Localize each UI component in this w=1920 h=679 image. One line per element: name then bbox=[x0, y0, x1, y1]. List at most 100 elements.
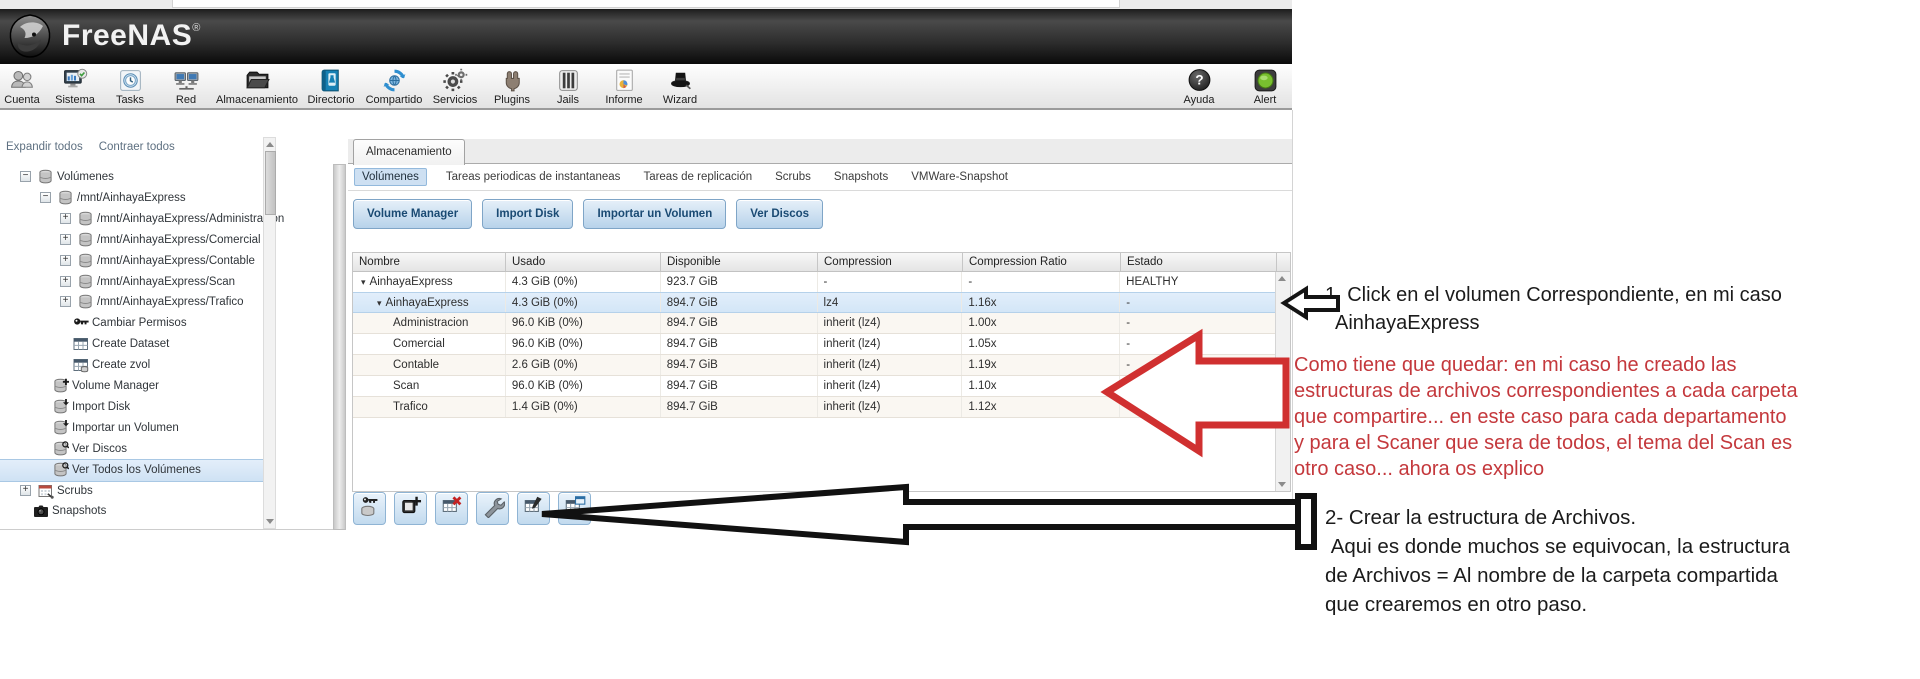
volume-name: Scan bbox=[393, 380, 420, 392]
grid-scroll-up-icon[interactable] bbox=[1278, 276, 1286, 281]
create-zvol-button[interactable] bbox=[517, 492, 550, 525]
expand-icon[interactable]: + bbox=[60, 233, 71, 245]
tree-item-ver-todos-los-volumenes[interactable]: Ver Todos los Volúmenes bbox=[0, 458, 263, 482]
expand-icon[interactable]: + bbox=[60, 212, 71, 224]
brand-title: FreeNAS® bbox=[62, 19, 201, 52]
edit-options-button[interactable] bbox=[476, 492, 509, 525]
tree-item-mnt-ainhayaexpress-comercial[interactable]: + /mnt/AinhayaExpress/Comercial bbox=[0, 230, 263, 251]
toolbar-label: Alert bbox=[1253, 94, 1277, 106]
scroll-up-icon[interactable] bbox=[266, 142, 274, 147]
sidebar-scrollbar[interactable] bbox=[263, 137, 276, 529]
cell-compression-ratio: - bbox=[962, 272, 1121, 292]
help-icon: ? bbox=[1186, 67, 1213, 94]
tree-item-mnt-ainhayaexpress-trafico[interactable]: + /mnt/AinhayaExpress/Trafico bbox=[0, 292, 263, 313]
column-header-compression[interactable]: Compression bbox=[818, 253, 963, 271]
cell-compression: lz4 bbox=[818, 293, 963, 312]
table-row-contable-4[interactable]: Contable 2.6 GiB (0%) 894.7 GiB inherit (lz… bbox=[353, 355, 1277, 376]
expand-icon[interactable]: + bbox=[20, 484, 31, 496]
cell-nombre: Comercial bbox=[353, 334, 506, 354]
volume-icon bbox=[38, 169, 54, 185]
tree-item-scrubs[interactable]: + Scrubs bbox=[0, 481, 263, 502]
permissions-icon bbox=[358, 494, 382, 523]
table-row-administracion-2[interactable]: Administracion 96.0 KiB (0%) 894.7 GiB inhe… bbox=[353, 313, 1277, 334]
sidebar-bottom-border bbox=[0, 529, 333, 530]
tree-item-create-zvol[interactable]: Create zvol bbox=[0, 355, 263, 376]
tab-almacenamiento[interactable]: Almacenamiento bbox=[353, 139, 465, 165]
tree-item-volume-manager[interactable]: Volume Manager bbox=[0, 376, 263, 397]
subtab-volumenes[interactable]: Volúmenes bbox=[354, 168, 427, 186]
tree-item-import-disk[interactable]: Import Disk bbox=[0, 397, 263, 418]
jails-icon bbox=[555, 67, 582, 94]
cell-usado: 96.0 KiB (0%) bbox=[506, 334, 661, 354]
column-header-nombre[interactable]: Nombre bbox=[353, 253, 506, 271]
create-dataset-icon bbox=[399, 494, 423, 523]
tree-item-label: /mnt/AinhayaExpress/Administracion bbox=[97, 212, 285, 225]
annotation-line: estructuras de archivos correspondientes… bbox=[1294, 380, 1798, 402]
expand-icon[interactable]: + bbox=[60, 275, 71, 287]
tree-item-importar-un-volumen[interactable]: Importar un Volumen bbox=[0, 418, 263, 439]
tree-item-ver-discos[interactable]: Ver Discos bbox=[0, 439, 263, 460]
expand-all-link[interactable]: Expandir todos bbox=[6, 141, 83, 153]
tree-item-label: /mnt/AinhayaExpress/Trafico bbox=[97, 296, 244, 309]
grid-scroll-down-icon[interactable] bbox=[1278, 482, 1286, 487]
sharing-icon bbox=[381, 67, 408, 94]
row-expander-icon[interactable]: ▾ bbox=[377, 298, 382, 308]
table-row-scan-5[interactable]: Scan 96.0 KiB (0%) 894.7 GiB inherit (lz4) 1… bbox=[353, 376, 1277, 397]
column-header-usado[interactable]: Usado bbox=[506, 253, 661, 271]
column-header-estado[interactable]: Estado bbox=[1121, 253, 1277, 271]
destroy-dataset-button[interactable] bbox=[435, 492, 468, 525]
volume-manager-button[interactable]: Volume Manager bbox=[353, 199, 473, 229]
sidebar: Expandir todos Contraer todos − Volúmenes… bbox=[0, 110, 333, 530]
ver-discos-button[interactable]: Ver Discos bbox=[736, 199, 824, 229]
cell-compression: inherit (lz4) bbox=[818, 376, 963, 396]
cell-compression: - bbox=[818, 272, 963, 292]
subtab-snapshots[interactable]: Snapshots bbox=[830, 169, 892, 185]
cell-usado: 2.6 GiB (0%) bbox=[506, 355, 661, 375]
tree-item-mnt-ainhayaexpress-scan[interactable]: + /mnt/AinhayaExpress/Scan bbox=[0, 272, 263, 293]
importar-un-volumen-button[interactable]: Importar un Volumen bbox=[583, 199, 727, 229]
permissions-button[interactable] bbox=[353, 492, 386, 525]
import-disk-button[interactable]: Import Disk bbox=[482, 199, 574, 229]
scrollbar-thumb[interactable] bbox=[265, 151, 276, 215]
tree-item-cambiar-permisos[interactable]: Cambiar Permisos bbox=[0, 313, 263, 334]
column-header-disponible[interactable]: Disponible bbox=[661, 253, 818, 271]
column-header-compression-ratio[interactable]: Compression Ratio bbox=[963, 253, 1121, 271]
tree-item-mnt-ainhayaexpress-administracion[interactable]: + /mnt/AinhayaExpress/Administracion bbox=[0, 209, 284, 230]
expand-icon[interactable]: + bbox=[60, 296, 71, 308]
tree-item-volumenes[interactable]: − Volúmenes bbox=[0, 167, 263, 188]
row-expander-icon[interactable]: ▾ bbox=[361, 277, 366, 287]
svg-text:?: ? bbox=[1195, 73, 1203, 88]
table-row-comercial-3[interactable]: Comercial 96.0 KiB (0%) 894.7 GiB inherit (… bbox=[353, 334, 1277, 355]
collapse-icon[interactable]: − bbox=[40, 191, 51, 203]
cell-nombre: Scan bbox=[353, 376, 506, 396]
table-row-ainhayaexpress-1[interactable]: ▾ AinhayaExpress 4.3 GiB (0%) 894.7 GiB lz4 1… bbox=[353, 292, 1277, 313]
tab-strip bbox=[348, 139, 1292, 164]
create-dataset-button[interactable] bbox=[394, 492, 427, 525]
grid-scrollbar[interactable] bbox=[1275, 272, 1290, 491]
manual-snapshot-button[interactable] bbox=[558, 492, 591, 525]
grid-rows: ▾ AinhayaExpress 4.3 GiB (0%) 923.7 GiB - - HE… bbox=[353, 272, 1277, 418]
scroll-down-icon[interactable] bbox=[266, 519, 274, 524]
volume-name: AinhayaExpress bbox=[369, 276, 453, 288]
cell-compression-ratio: 1.16x bbox=[962, 293, 1121, 312]
tree-item-snapshots[interactable]: Snapshots bbox=[0, 501, 263, 522]
subtab-tareas-de-replicacion[interactable]: Tareas de replicación bbox=[639, 169, 756, 185]
subtab-vmware-snapshot[interactable]: VMWare-Snapshot bbox=[907, 169, 1012, 185]
subtab-bar: Volúmenes Tareas periodicas de instantane… bbox=[348, 164, 1292, 191]
table-row-trafico-6[interactable]: Trafico 1.4 GiB (0%) 894.7 GiB inherit (lz4… bbox=[353, 397, 1277, 418]
tree-item-mnt-ainhayaexpress-contable[interactable]: + /mnt/AinhayaExpress/Contable bbox=[0, 251, 263, 272]
subtab-scrubs[interactable]: Scrubs bbox=[771, 169, 815, 185]
panel-splitter[interactable] bbox=[333, 164, 346, 530]
collapse-all-link[interactable]: Contraer todos bbox=[99, 141, 175, 153]
tree-item-label: /mnt/AinhayaExpress bbox=[77, 191, 186, 204]
tree-item-mnt-ainhayaexpress[interactable]: − /mnt/AinhayaExpress bbox=[0, 188, 263, 209]
subtab-tareas-periodicas-de-instantaneas[interactable]: Tareas periodicas de instantaneas bbox=[442, 169, 625, 185]
toolbar-item-almacenamiento[interactable]: Almacenamiento bbox=[215, 67, 299, 109]
annotation-step1: 1. Click en el volumen Correspondiente, … bbox=[1325, 281, 1885, 337]
collapse-icon[interactable]: − bbox=[20, 171, 31, 182]
toolbar-item-alert[interactable]: Alert bbox=[1223, 67, 1307, 109]
table-row-ainhayaexpress-0[interactable]: ▾ AinhayaExpress 4.3 GiB (0%) 923.7 GiB - - HE… bbox=[353, 272, 1276, 293]
expand-icon[interactable]: + bbox=[60, 254, 71, 266]
toolbar-item-wizard[interactable]: Wizard bbox=[638, 67, 722, 109]
tree-item-create-dataset[interactable]: Create Dataset bbox=[0, 334, 263, 355]
